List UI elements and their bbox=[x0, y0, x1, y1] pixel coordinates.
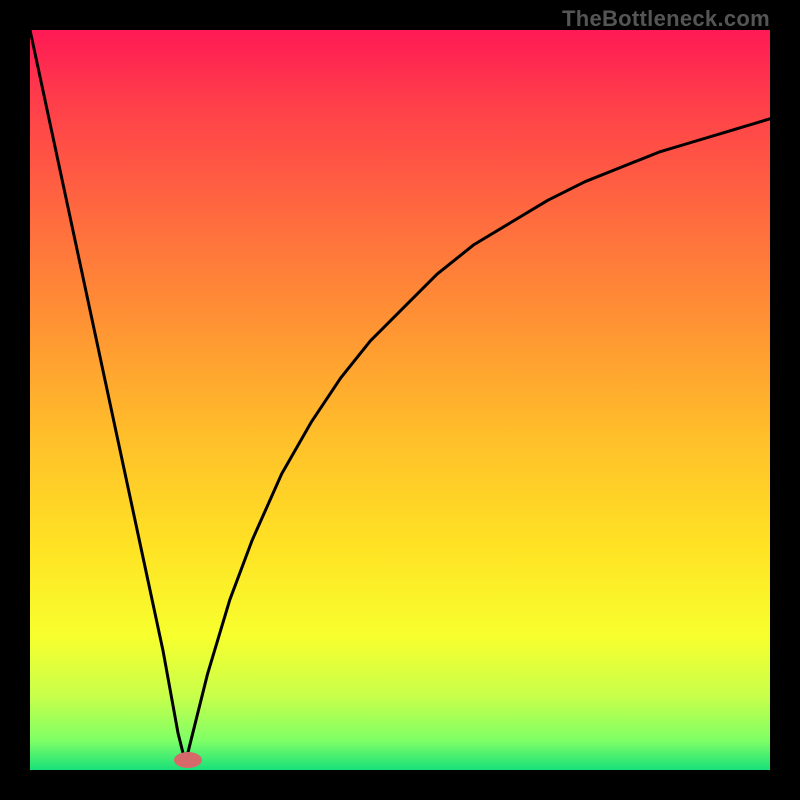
chart-plot-area bbox=[30, 30, 770, 770]
watermark-text: TheBottleneck.com bbox=[562, 6, 770, 32]
chart-frame: TheBottleneck.com bbox=[0, 0, 800, 800]
chart-svg bbox=[30, 30, 770, 770]
minimum-marker bbox=[174, 752, 202, 768]
heat-gradient-bg bbox=[30, 30, 770, 770]
